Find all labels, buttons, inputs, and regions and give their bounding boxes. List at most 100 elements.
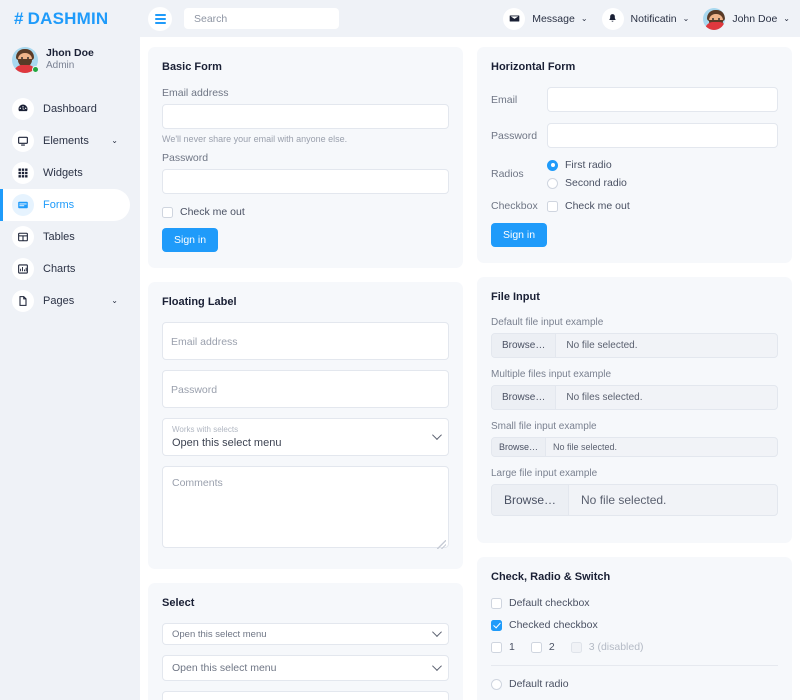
default-checkbox-label: Default checkbox — [509, 597, 590, 609]
checked-checkbox-row[interactable]: Checked checkbox — [491, 619, 778, 631]
topbar-actions: Message ⌄ Notificatin ⌄ John Doe — [503, 8, 790, 30]
floating-password-input[interactable] — [162, 370, 449, 408]
sidebar-item-dashboard[interactable]: Dashboard — [0, 93, 130, 125]
profile-menu[interactable]: John Doe ⌄ — [703, 8, 790, 30]
app-root: # DASHMIN Jhon Doe Admin Dashboard — [0, 0, 800, 700]
check-me-out-row[interactable]: Check me out — [162, 206, 449, 218]
select-large[interactable]: Open this select menu — [162, 691, 449, 700]
sidebar-item-charts[interactable]: Charts — [0, 253, 130, 285]
chevron-down-icon[interactable]: ⌄ — [783, 15, 790, 23]
hamburger-icon[interactable] — [148, 7, 172, 31]
browse-button[interactable]: Browse… — [492, 485, 569, 515]
check-radio-switch-card: Check, Radio & Switch Default checkbox C… — [477, 557, 792, 700]
file-input-small[interactable]: Browse… No file selected. — [491, 437, 778, 457]
sidebar-item-label: Widgets — [43, 167, 83, 179]
second-radio-label: Second radio — [565, 177, 627, 189]
h-sign-in-button[interactable]: Sign in — [491, 223, 547, 247]
brand-hash-icon: # — [14, 9, 24, 29]
browse-button[interactable]: Browse… — [492, 386, 556, 409]
brand-logo[interactable]: # DASHMIN — [0, 0, 140, 37]
first-radio[interactable] — [547, 160, 558, 171]
default-radio[interactable] — [491, 679, 502, 690]
chevron-down-icon[interactable] — [432, 627, 442, 637]
chevron-down-icon[interactable]: ⌄ — [111, 137, 118, 145]
default-checkbox-row[interactable]: Default checkbox — [491, 597, 778, 609]
file-input-card: File Input Default file input example Br… — [477, 277, 792, 543]
chevron-down-icon[interactable]: ⌄ — [683, 15, 690, 23]
sidebar-item-tables[interactable]: Tables — [0, 221, 130, 253]
floating-select[interactable]: Works with selects Open this select menu — [162, 418, 449, 456]
second-radio[interactable] — [547, 178, 558, 189]
browse-button[interactable]: Browse… — [492, 334, 556, 357]
monitor-icon — [12, 130, 34, 152]
h-radios-label: Radios — [491, 168, 547, 180]
sidebar-item-label: Dashboard — [43, 103, 97, 115]
sidebar-item-forms[interactable]: Forms — [0, 189, 130, 221]
chart-icon — [12, 258, 34, 280]
inline-checkbox-3-row: 3 (disabled) — [571, 641, 644, 653]
file-input-large[interactable]: Browse… No file selected. — [491, 484, 778, 516]
email-field-group: Email address We'll never share your ema… — [162, 87, 449, 144]
right-column: Horizontal Form Email Password Radios — [477, 47, 792, 700]
search-input[interactable] — [184, 8, 339, 29]
avatar-wrap — [12, 47, 38, 73]
default-radio-row[interactable]: Default radio — [491, 678, 778, 690]
inline-checkbox-2-row[interactable]: 2 — [531, 641, 555, 653]
chevron-down-icon[interactable] — [432, 430, 442, 440]
checked-checkbox[interactable] — [491, 620, 502, 631]
message-menu[interactable]: Message ⌄ — [503, 8, 587, 30]
email-input[interactable] — [162, 104, 449, 129]
file-input-label: Default file input example — [491, 317, 778, 328]
h-password-input[interactable] — [547, 123, 778, 148]
select-card: Select Open this select menu Open this s… — [148, 583, 463, 700]
h-radios-group: First radio Second radio — [547, 159, 627, 189]
default-checkbox[interactable] — [491, 598, 502, 609]
card-grid: Basic Form Email address We'll never sha… — [148, 47, 792, 700]
dashboard-icon — [12, 98, 34, 120]
first-radio-label: First radio — [565, 159, 612, 171]
h-password-row: Password — [491, 123, 778, 148]
sidebar-item-widgets[interactable]: Widgets — [0, 157, 130, 189]
inline-checkbox-1-row[interactable]: 1 — [491, 641, 515, 653]
select-small[interactable]: Open this select menu — [162, 623, 449, 645]
second-radio-row[interactable]: Second radio — [547, 177, 627, 189]
floating-email-input[interactable] — [162, 322, 449, 360]
floating-password-group — [162, 370, 449, 408]
inline-checkbox-2[interactable] — [531, 642, 542, 653]
floating-label-card: Floating Label Works with selects Open t… — [148, 282, 463, 569]
notification-menu[interactable]: Notificatin ⌄ — [602, 8, 690, 30]
envelope-icon — [503, 8, 525, 30]
sign-in-button[interactable]: Sign in — [162, 228, 218, 252]
h-check-me-out-checkbox[interactable] — [547, 201, 558, 212]
file-input-label: Small file input example — [491, 421, 778, 432]
sidebar-item-label: Elements — [43, 135, 89, 147]
horizontal-form-card: Horizontal Form Email Password Radios — [477, 47, 792, 263]
left-column: Basic Form Email address We'll never sha… — [148, 47, 463, 700]
inline-checkbox-1[interactable] — [491, 642, 502, 653]
content-area: Basic Form Email address We'll never sha… — [140, 37, 800, 700]
card-title: Basic Form — [162, 61, 449, 73]
sidebar-item-label: Pages — [43, 295, 74, 307]
floating-email-group — [162, 322, 449, 360]
check-me-out-checkbox[interactable] — [162, 207, 173, 218]
sidebar-item-pages[interactable]: Pages ⌄ — [0, 285, 130, 317]
h-check-me-out-row[interactable]: Check me out — [547, 200, 630, 212]
password-input[interactable] — [162, 169, 449, 194]
sidebar-item-elements[interactable]: Elements ⌄ — [0, 125, 130, 157]
file-input-default[interactable]: Browse… No file selected. — [491, 333, 778, 358]
select-default[interactable]: Open this select menu — [162, 655, 449, 681]
email-label: Email address — [162, 87, 449, 99]
browse-button[interactable]: Browse… — [492, 438, 546, 456]
chevron-down-icon[interactable] — [432, 661, 442, 671]
h-email-input[interactable] — [547, 87, 778, 112]
file-input-multiple[interactable]: Browse… No files selected. — [491, 385, 778, 410]
chevron-down-icon[interactable]: ⌄ — [581, 15, 588, 23]
sidebar-user-profile[interactable]: Jhon Doe Admin — [0, 37, 140, 83]
check-me-out-label: Check me out — [180, 206, 245, 218]
card-title: Floating Label — [162, 296, 449, 308]
first-radio-row[interactable]: First radio — [547, 159, 627, 171]
chevron-down-icon[interactable]: ⌄ — [111, 297, 118, 305]
comments-textarea[interactable] — [162, 466, 449, 548]
email-help-text: We'll never share your email with anyone… — [162, 134, 449, 144]
h-password-label: Password — [491, 130, 547, 142]
